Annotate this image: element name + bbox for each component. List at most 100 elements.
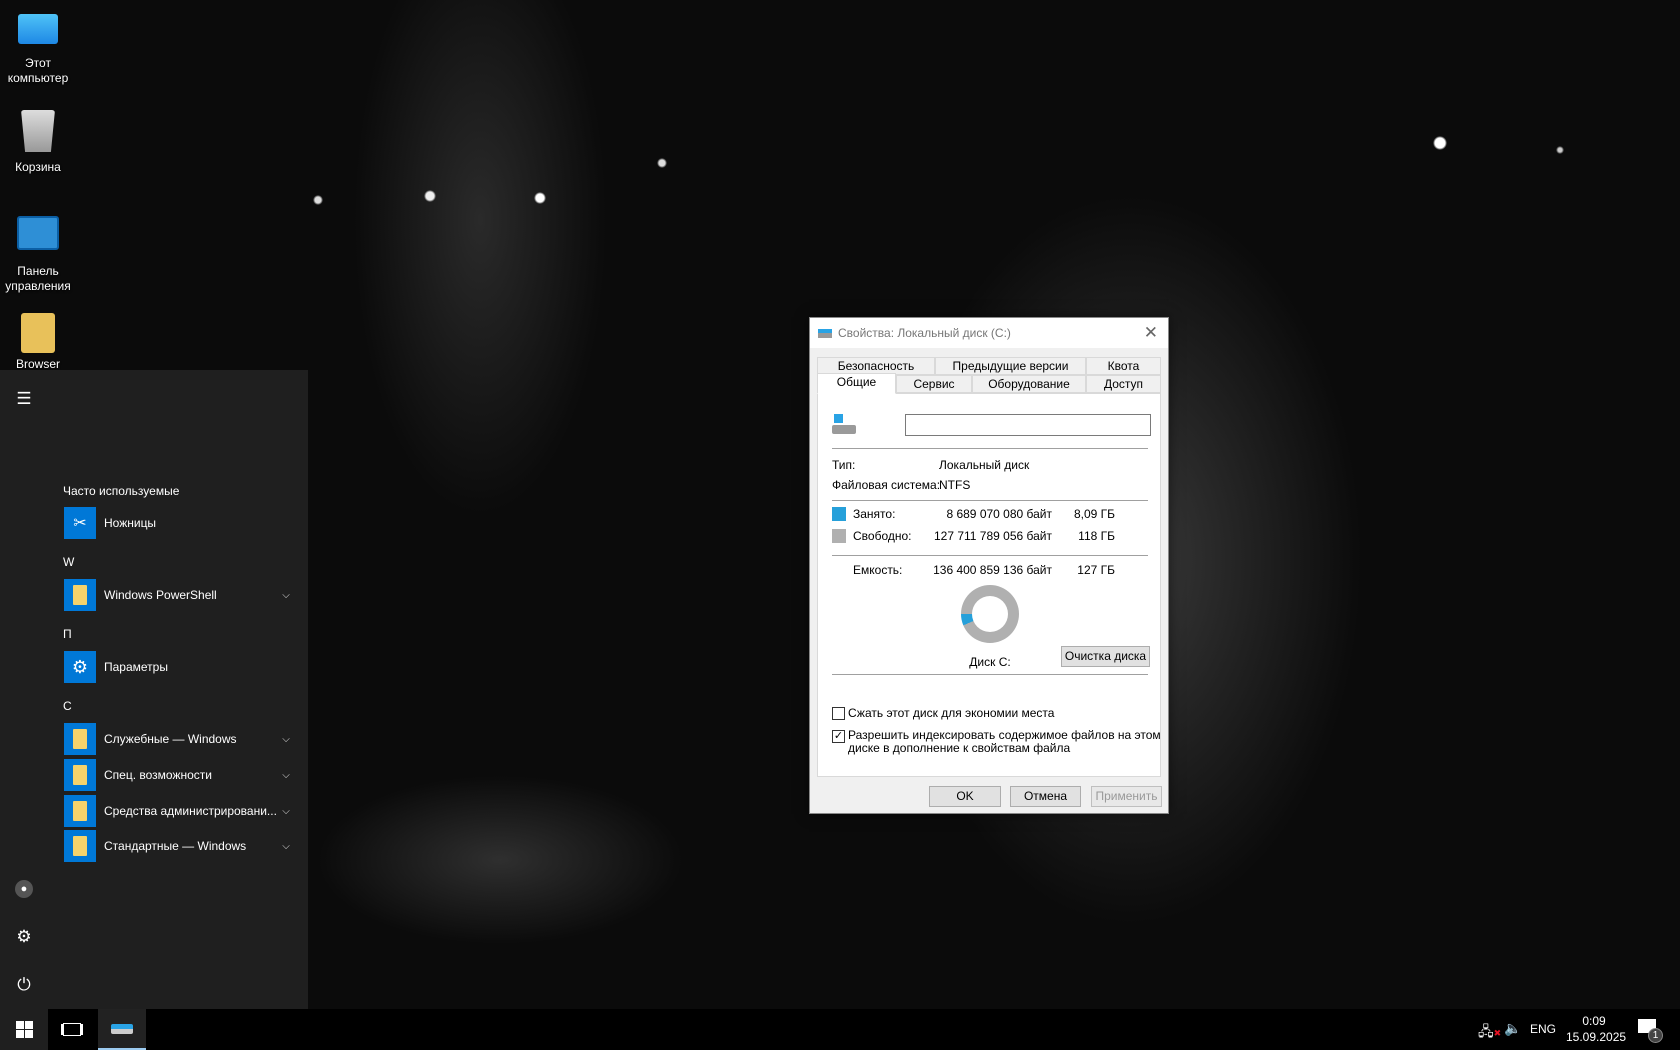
- filesystem-label: Файловая система:: [832, 478, 941, 492]
- disk-cleanup-button[interactable]: Очистка диска: [1061, 646, 1150, 667]
- apply-button[interactable]: Применить: [1091, 786, 1162, 807]
- windows-logo-icon: [15, 1021, 33, 1038]
- app-label: Ножницы: [104, 516, 157, 530]
- index-checkbox[interactable]: ✓: [832, 730, 845, 743]
- desktop-icon-this-pc[interactable]: Этот компьютер: [0, 10, 76, 86]
- task-view-button[interactable]: [48, 1009, 96, 1050]
- app-system-tools[interactable]: Служебные — Windows ⌵: [64, 722, 294, 756]
- index-label-line1: Разрешить индексировать содержимое файло…: [848, 728, 1161, 742]
- tab-general[interactable]: Общие: [817, 373, 896, 394]
- free-label: Свободно:: [853, 529, 912, 543]
- app-settings[interactable]: ⚙ Параметры: [64, 650, 294, 684]
- chevron-down-icon[interactable]: ⌵: [278, 841, 294, 852]
- tab-hardware[interactable]: Оборудование: [972, 375, 1086, 393]
- divider: [832, 555, 1148, 556]
- folder-icon: [64, 579, 96, 611]
- group-header-frequent: Часто используемые: [63, 484, 180, 498]
- capacity-label: Емкость:: [853, 563, 903, 577]
- taskbar-explorer-drive[interactable]: [98, 1009, 146, 1050]
- app-label: Стандартные — Windows: [104, 839, 247, 853]
- network-disconnected-icon[interactable]: 🖧✖: [1478, 1021, 1501, 1045]
- tab-quota[interactable]: Квота: [1086, 357, 1161, 375]
- tab-sharing[interactable]: Доступ: [1086, 375, 1161, 393]
- chevron-down-icon[interactable]: ⌵: [278, 590, 294, 601]
- user-account-icon[interactable]: ●: [12, 877, 36, 901]
- type-value: Локальный диск: [939, 458, 1030, 472]
- ok-button[interactable]: OK: [929, 786, 1001, 807]
- compress-label[interactable]: Сжать этот диск для экономии места: [848, 706, 1054, 720]
- capacity-bytes: 136 400 859 136 байт: [933, 563, 1052, 577]
- close-icon[interactable]: ✕: [1144, 323, 1158, 343]
- app-label: Windows PowerShell: [104, 588, 217, 602]
- app-windows-powershell[interactable]: Windows PowerShell ⌵: [64, 578, 294, 612]
- folder-icon: [64, 723, 96, 755]
- clock-date: 15.09.2025: [1566, 1030, 1627, 1044]
- tab-previous-versions[interactable]: Предыдущие версии: [935, 357, 1086, 375]
- used-gb: 8,09 ГБ: [1073, 507, 1115, 521]
- app-label: Средства администрировани...: [104, 804, 277, 818]
- drive-icon: [111, 1023, 133, 1034]
- recycle-bin-icon: [21, 110, 55, 152]
- taskbar: 🖧✖ 🔈 ENG 0:09 15.09.2025 1: [0, 1009, 1680, 1050]
- start-button[interactable]: [0, 1009, 48, 1050]
- notification-count-badge: 1: [1648, 1028, 1663, 1043]
- divider: [832, 674, 1148, 675]
- app-accessibility[interactable]: Спец. возможности ⌵: [64, 758, 294, 792]
- clock[interactable]: 0:09 15.09.2025: [1566, 1013, 1627, 1045]
- used-bytes: 8 689 070 080 байт: [946, 507, 1052, 521]
- desktop-icon-label: Этот компьютер: [7, 56, 69, 85]
- disk-properties-dialog: Свойства: Локальный диск (C:) ✕ Безопасн…: [809, 317, 1169, 814]
- free-gb: 118 ГБ: [1078, 529, 1115, 543]
- used-color-swatch: [832, 507, 846, 521]
- folder-icon: [64, 830, 96, 862]
- power-icon[interactable]: ⏻: [12, 973, 36, 997]
- tab-tools[interactable]: Сервис: [896, 375, 972, 393]
- app-accessories[interactable]: Стандартные — Windows ⌵: [64, 829, 294, 863]
- task-view-icon: [63, 1023, 81, 1036]
- drive-icon: [818, 328, 832, 338]
- desktop-icon-label: Browser: [15, 357, 60, 371]
- used-label: Занято:: [853, 507, 896, 521]
- folder-icon: [21, 313, 55, 353]
- group-header-p[interactable]: П: [63, 627, 72, 641]
- clock-time: 0:09: [1582, 1014, 1606, 1028]
- hamburger-menu-icon[interactable]: ☰: [12, 387, 36, 411]
- dialog-title-bar[interactable]: Свойства: Локальный диск (C:) ✕: [810, 318, 1168, 348]
- filesystem-value: NTFS: [939, 478, 971, 492]
- settings-gear-icon[interactable]: ⚙: [12, 925, 36, 949]
- index-label-line2: диске в дополнение к свойствам файла: [848, 741, 1071, 755]
- disk-usage-donut: [961, 585, 1019, 643]
- drive-icon: [832, 414, 856, 436]
- language-indicator[interactable]: ENG: [1530, 1022, 1556, 1036]
- disk-label: Диск C:: [969, 655, 1011, 669]
- control-panel-icon: [17, 216, 59, 250]
- app-label: Служебные — Windows: [104, 732, 237, 746]
- chevron-down-icon[interactable]: ⌵: [278, 806, 294, 817]
- app-snipping-tool[interactable]: ✂ Ножницы: [64, 506, 294, 540]
- free-bytes: 127 711 789 056 байт: [933, 529, 1052, 543]
- app-label: Спец. возможности: [104, 768, 212, 782]
- capacity-gb: 127 ГБ: [1077, 563, 1115, 577]
- app-admin-tools[interactable]: Средства администрировани... ⌵: [64, 794, 294, 828]
- chevron-down-icon[interactable]: ⌵: [278, 770, 294, 781]
- desktop-icon-control-panel[interactable]: Панель управления: [0, 216, 76, 294]
- volume-name-input[interactable]: [905, 414, 1151, 436]
- desktop-icon-browser[interactable]: Browser: [0, 313, 76, 372]
- volume-icon[interactable]: 🔈: [1504, 1020, 1521, 1037]
- desktop-icon-label: Панель управления: [5, 264, 71, 293]
- compress-checkbox[interactable]: [832, 707, 845, 720]
- desktop-icon-recycle-bin[interactable]: Корзина: [0, 110, 76, 175]
- dialog-title: Свойства: Локальный диск (C:): [838, 326, 1011, 340]
- group-header-s[interactable]: С: [63, 699, 72, 713]
- scissors-icon: ✂: [64, 507, 96, 539]
- folder-icon: [64, 795, 96, 827]
- divider: [832, 448, 1148, 449]
- computer-icon: [18, 14, 58, 44]
- free-color-swatch: [832, 529, 846, 543]
- index-label[interactable]: Разрешить индексировать содержимое файло…: [848, 729, 1161, 755]
- group-header-w[interactable]: W: [63, 555, 74, 569]
- start-rail: ☰ ● ⚙ ⏻: [0, 370, 48, 1009]
- cancel-button[interactable]: Отмена: [1010, 786, 1081, 807]
- chevron-down-icon[interactable]: ⌵: [278, 734, 294, 745]
- desktop-icon-label: Корзина: [15, 160, 61, 174]
